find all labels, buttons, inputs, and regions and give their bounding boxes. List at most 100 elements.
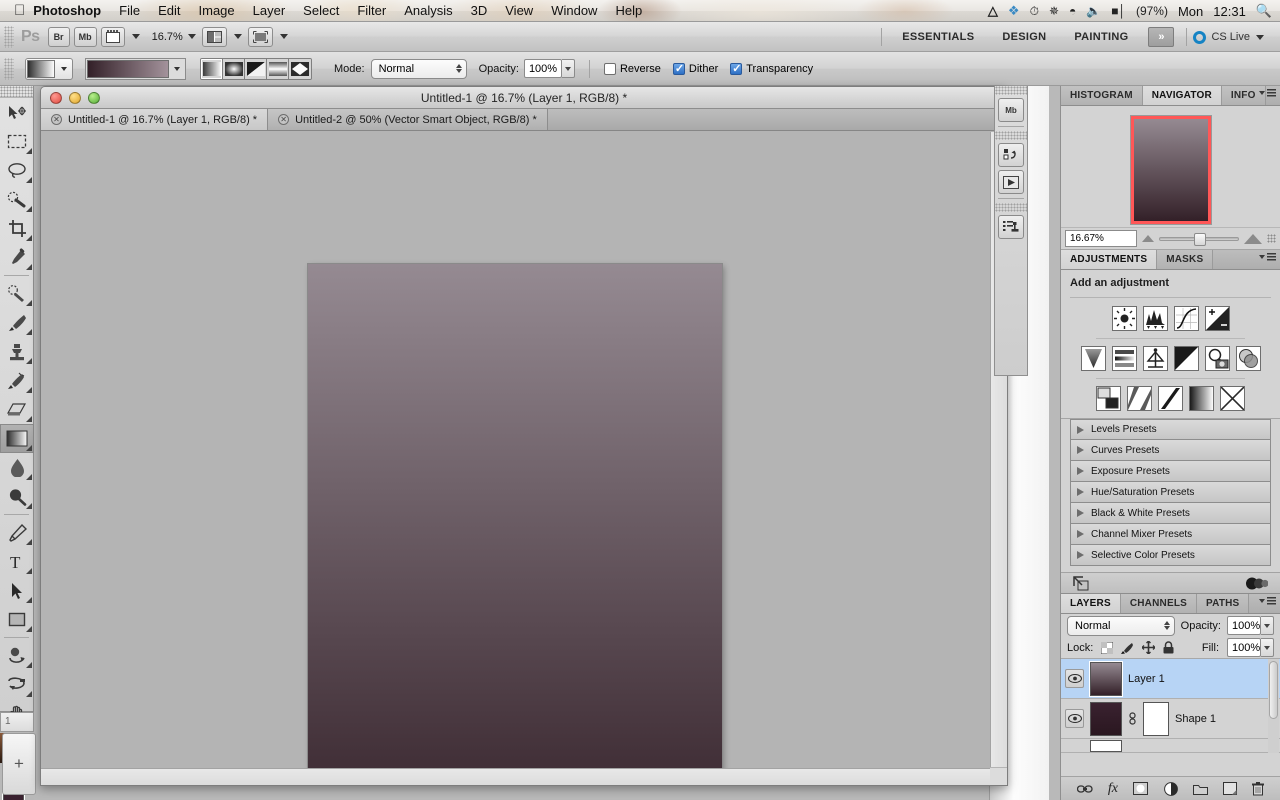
layer-thumbnail[interactable] (1090, 662, 1122, 696)
canvas-viewport[interactable] (41, 132, 989, 767)
lasso-tool[interactable] (0, 156, 34, 185)
menu-3d[interactable]: 3D (462, 0, 497, 22)
exposure-icon[interactable] (1205, 306, 1230, 331)
photo-filter-icon[interactable] (1205, 346, 1230, 371)
history-panel-icon[interactable] (998, 143, 1024, 167)
layer-style-fx-icon[interactable]: fx (1108, 781, 1118, 797)
dock-drag-grip-2[interactable] (995, 131, 1027, 140)
tab-layers[interactable]: LAYERS (1061, 594, 1121, 613)
gradient-editor-strip[interactable] (85, 58, 186, 80)
navigator-zoom-input[interactable]: 16.67% (1065, 230, 1137, 247)
preset-black-white[interactable]: Black & White Presets (1070, 503, 1271, 524)
quick-selection-tool[interactable] (0, 185, 34, 214)
canvas-resize-grip[interactable] (990, 768, 1007, 785)
tab-masks[interactable]: MASKS (1157, 250, 1213, 269)
eraser-tool[interactable] (0, 395, 34, 424)
menu-file[interactable]: File (110, 0, 149, 22)
battery-icon[interactable]: ■│ (1111, 0, 1126, 22)
menu-filter[interactable]: Filter (348, 0, 395, 22)
hue-saturation-icon[interactable] (1112, 346, 1137, 371)
blur-tool[interactable] (0, 453, 34, 482)
options-bar-drag-grip[interactable] (4, 58, 14, 80)
launch-mini-bridge-button[interactable]: Mb (74, 27, 97, 47)
delete-layer-icon[interactable] (1252, 782, 1264, 796)
levels-icon[interactable] (1143, 306, 1168, 331)
adobe-cc-icon[interactable]: △ (988, 0, 998, 22)
adjustments-panel-menu-icon[interactable] (1259, 253, 1276, 261)
return-to-adjustment-list-icon[interactable] (1073, 576, 1090, 591)
preset-curves[interactable]: Curves Presets (1070, 440, 1271, 461)
menu-photoshop[interactable]: Photoshop (25, 0, 110, 22)
reflected-gradient-button[interactable] (267, 59, 289, 79)
selective-color-icon[interactable] (1220, 386, 1245, 411)
canvas-area[interactable] (41, 132, 1007, 785)
layers-scrollbar[interactable] (1268, 659, 1279, 753)
threshold-icon[interactable] (1158, 386, 1183, 411)
navigator-thumbnail[interactable] (1131, 116, 1211, 224)
menu-view[interactable]: View (496, 0, 542, 22)
history-brush-tool[interactable] (0, 366, 34, 395)
cs-live-button[interactable]: CS Live (1193, 31, 1274, 44)
screen-mode-caret-icon[interactable] (280, 34, 288, 39)
rectangular-marquee-tool[interactable] (0, 127, 34, 156)
path-selection-tool[interactable] (0, 576, 34, 605)
search-icon[interactable]: 🔍 (1256, 0, 1272, 22)
curves-icon[interactable] (1174, 306, 1199, 331)
channel-mixer-icon[interactable] (1236, 346, 1261, 371)
layer-thumbnail-3[interactable] (1090, 740, 1122, 752)
canvas-horizontal-scrollbar[interactable] (41, 768, 990, 785)
document-tab-untitled-2[interactable]: ✕ Untitled-2 @ 50% (Vector Smart Object,… (268, 109, 548, 130)
image-canvas[interactable] (308, 264, 722, 785)
horizontal-type-tool[interactable]: T (0, 547, 34, 576)
add-layer-mask-icon[interactable] (1133, 782, 1148, 795)
close-window-button[interactable] (50, 92, 62, 104)
layers-scrollbar-thumb[interactable] (1269, 661, 1278, 719)
workspace-more-button[interactable]: » (1148, 27, 1174, 47)
volume-icon[interactable]: 🔈 (1086, 0, 1101, 22)
view-extras-caret-icon[interactable] (132, 34, 140, 39)
tool-presets-panel-icon[interactable] (998, 215, 1024, 239)
zoom-out-icon[interactable] (1142, 235, 1154, 242)
blend-mode-select[interactable]: Normal (371, 59, 467, 79)
menu-window[interactable]: Window (542, 0, 606, 22)
new-adjustment-layer-icon[interactable] (1164, 782, 1178, 796)
layer-visibility-icon[interactable] (1065, 669, 1084, 688)
wifi-icon[interactable]: ◓ (1069, 0, 1076, 22)
diamond-gradient-button[interactable] (289, 59, 311, 79)
dock-drag-grip[interactable] (995, 86, 1027, 95)
close-tab-icon[interactable]: ✕ (51, 114, 62, 125)
gradient-tool[interactable] (0, 424, 34, 453)
layer-name-2[interactable]: Shape 1 (1175, 713, 1216, 725)
brightness-contrast-icon[interactable] (1112, 306, 1137, 331)
layer-row-layer-1[interactable]: Layer 1 (1061, 659, 1280, 699)
vector-mask-thumbnail[interactable] (1143, 702, 1169, 736)
crop-tool[interactable] (0, 214, 34, 243)
layer-fill-input[interactable]: 100% (1227, 638, 1261, 657)
menu-select[interactable]: Select (294, 0, 348, 22)
tab-paths[interactable]: PATHS (1197, 594, 1249, 613)
tab-channels[interactable]: CHANNELS (1121, 594, 1197, 613)
document-tab-untitled-1[interactable]: ✕ Untitled-1 @ 16.7% (Layer 1, RGB/8) * (41, 109, 268, 130)
gradient-preset-caret-icon[interactable] (61, 67, 67, 71)
bluetooth-icon[interactable]: ✵ (1049, 0, 1059, 22)
gradient-map-icon[interactable] (1189, 386, 1214, 411)
apple-logo-icon[interactable]:  (14, 3, 25, 18)
gradient-editor-caret-icon[interactable] (174, 67, 180, 71)
launch-bridge-button[interactable]: Br (48, 27, 70, 47)
layer-opacity-spinner-icon[interactable] (1261, 616, 1274, 635)
lock-position-icon[interactable] (1142, 641, 1155, 654)
zoom-window-button[interactable] (88, 92, 100, 104)
link-mask-icon[interactable] (1128, 712, 1137, 726)
navigator-panel-menu-icon[interactable] (1259, 89, 1276, 97)
new-group-icon[interactable] (1193, 783, 1208, 795)
zoom-in-icon[interactable] (1244, 234, 1262, 244)
menu-image[interactable]: Image (190, 0, 244, 22)
navigator-zoom-slider[interactable] (1159, 237, 1239, 241)
tab-navigator[interactable]: NAVIGATOR (1143, 86, 1222, 105)
actions-panel-icon[interactable] (998, 170, 1024, 194)
layer-opacity-input[interactable]: 100% (1227, 616, 1261, 635)
opacity-spinner-icon[interactable] (562, 59, 575, 78)
layer-fill-spinner-icon[interactable] (1261, 638, 1274, 657)
tab-histogram[interactable]: HISTOGRAM (1061, 86, 1143, 105)
angle-gradient-button[interactable] (245, 59, 267, 79)
